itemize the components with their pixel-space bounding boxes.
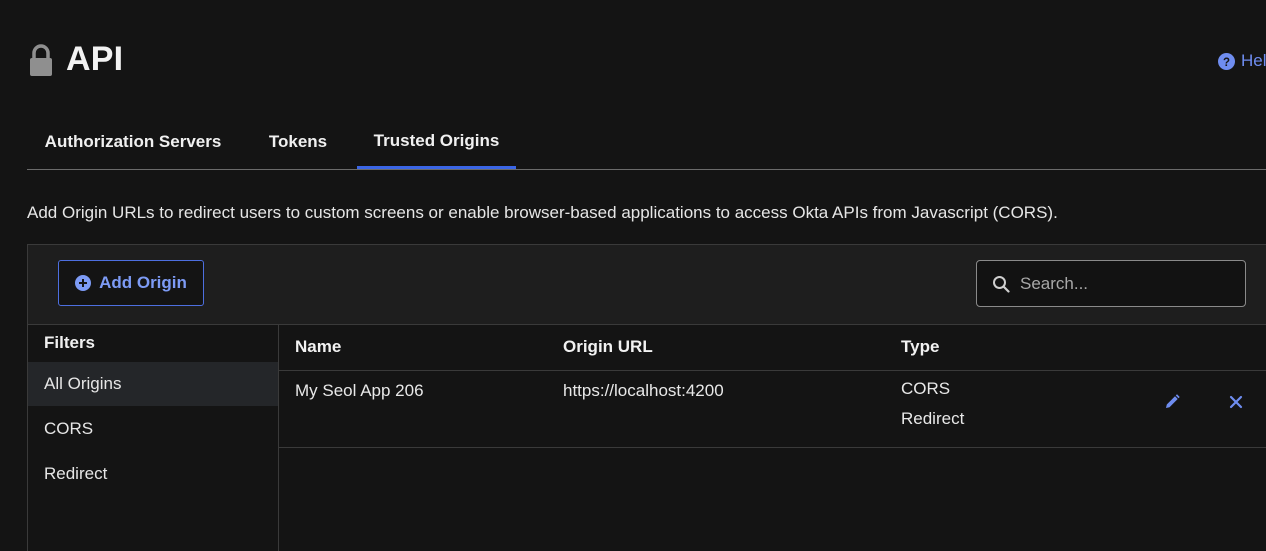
page-header: API bbox=[28, 40, 123, 79]
tab-tokens[interactable]: Tokens bbox=[257, 116, 339, 168]
help-link[interactable]: ? Help bbox=[1218, 51, 1266, 71]
svg-text:?: ? bbox=[1223, 56, 1230, 68]
search-icon bbox=[993, 275, 1010, 293]
filter-all-origins[interactable]: All Origins bbox=[28, 362, 278, 406]
add-origin-button[interactable]: Add Origin bbox=[58, 260, 204, 306]
table-row: My Seol App 206 https://localhost:4200 C… bbox=[279, 371, 1266, 448]
origin-url: https://localhost:4200 bbox=[563, 381, 724, 400]
column-header-type[interactable]: Type bbox=[901, 337, 939, 357]
column-header-name[interactable]: Name bbox=[295, 337, 341, 357]
type-cors: CORS bbox=[901, 379, 951, 398]
close-icon[interactable] bbox=[1227, 393, 1245, 411]
filter-redirect[interactable]: Redirect bbox=[28, 452, 278, 496]
plus-circle-icon bbox=[75, 275, 92, 291]
search-input[interactable] bbox=[1018, 272, 1232, 295]
edit-icon[interactable] bbox=[1163, 393, 1181, 411]
page-description: Add Origin URLs to redirect users to cus… bbox=[27, 203, 1058, 222]
search-box[interactable] bbox=[976, 260, 1246, 307]
trusted-origins-panel: Add Origin Filters All Origins CORS Redi… bbox=[27, 244, 1266, 551]
column-header-origin-url[interactable]: Origin URL bbox=[563, 337, 653, 357]
toolbar: Add Origin bbox=[28, 245, 1266, 325]
origins-table: Name Origin URL Type My Seol App 206 htt… bbox=[279, 325, 1266, 551]
filters-sidebar: Filters All Origins CORS Redirect bbox=[28, 325, 279, 551]
tab-trusted-origins[interactable]: Trusted Origins bbox=[357, 116, 516, 169]
page-title: API bbox=[66, 40, 124, 78]
type-redirect: Redirect bbox=[901, 409, 965, 428]
lock-icon bbox=[30, 43, 52, 76]
origin-types: CORS Redirect bbox=[901, 374, 964, 434]
tab-bar: Authorization Servers Tokens Trusted Ori… bbox=[27, 116, 1266, 170]
help-label: Help bbox=[1241, 51, 1266, 70]
filters-heading: Filters bbox=[44, 333, 96, 352]
page: API ? Help Authorization Servers Tokens … bbox=[0, 0, 1266, 551]
add-origin-label: Add Origin bbox=[99, 273, 187, 292]
filter-cors[interactable]: CORS bbox=[28, 407, 278, 451]
help-icon: ? bbox=[1218, 52, 1235, 70]
tab-authorization-servers[interactable]: Authorization Servers bbox=[27, 116, 239, 168]
origin-name: My Seol App 206 bbox=[295, 381, 424, 400]
